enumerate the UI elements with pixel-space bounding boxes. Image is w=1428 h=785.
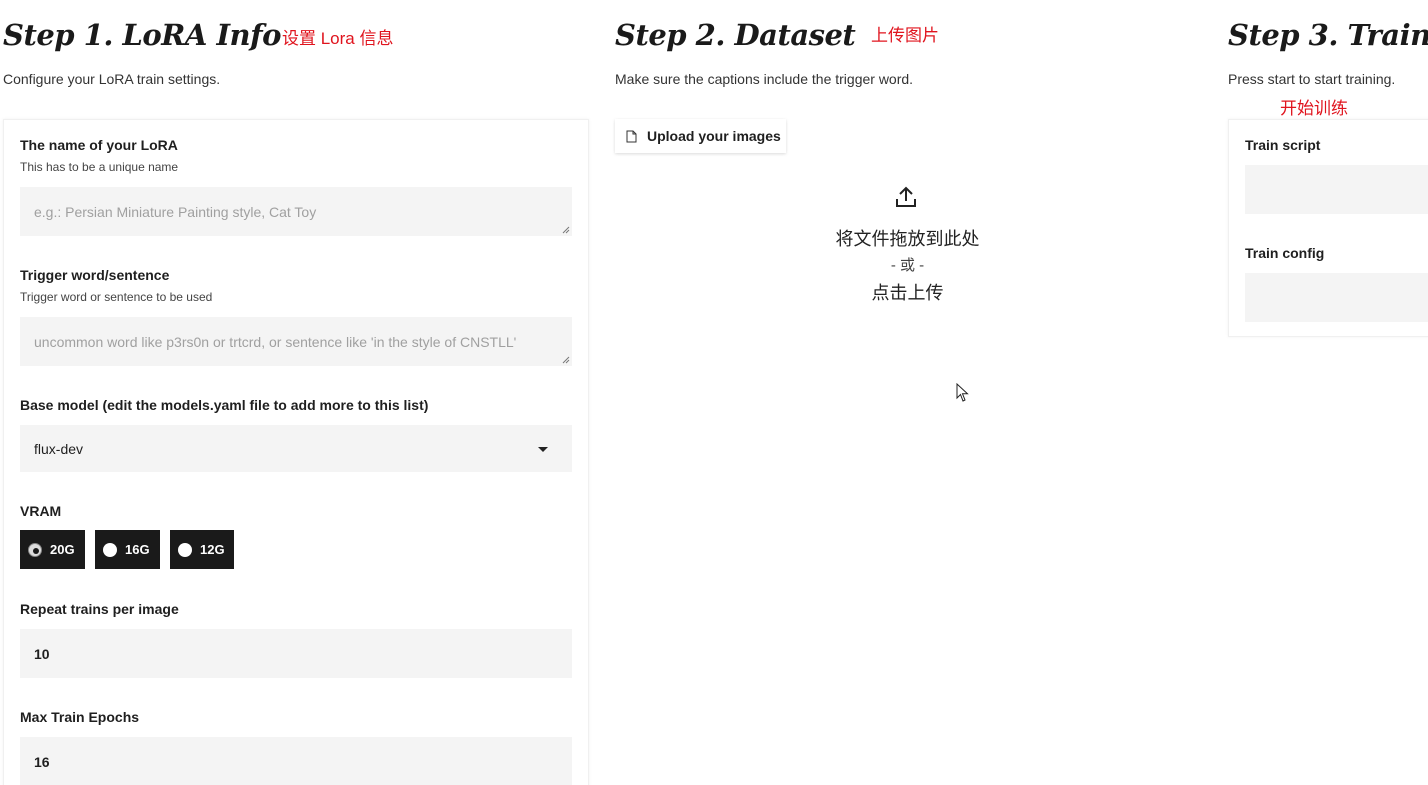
step2-annotation: 上传图片 [871,26,939,45]
file-dropzone[interactable]: 将文件拖放到此处 - 或 - 点击上传 [615,160,1200,360]
step2-description: Make sure the captions include the trigg… [615,71,914,87]
vram-option-label: 20G [50,542,75,557]
resize-grip-icon[interactable] [562,226,570,234]
trigger-label: Trigger word/sentence [20,267,170,283]
step3-title: Step 3. Train [1228,18,1428,52]
vram-label: VRAM [20,503,62,519]
train-script-box[interactable] [1245,165,1428,214]
upload-images-label: Upload your images [647,128,781,144]
epochs-value: 16 [34,753,50,770]
vram-option-16g[interactable]: 16G [95,530,160,569]
upload-icon [896,186,916,207]
step1-description: Configure your LoRA train settings. [3,71,221,87]
click-upload-text: 点击上传 [871,283,944,303]
file-icon [626,130,637,142]
step1-title: Step 1. LoRA Info [3,18,281,52]
radio-checked-icon [28,542,42,557]
base-model-select[interactable]: flux-dev [20,425,572,472]
lora-name-input[interactable]: e.g.: Persian Miniature Painting style, … [20,187,572,236]
radio-unchecked-icon [103,542,117,557]
base-model-value: flux-dev [34,440,84,457]
step2-title: Step 2. Dataset [615,18,856,52]
vram-option-12g[interactable]: 12G [170,530,234,569]
epochs-input[interactable]: 16 [20,737,572,785]
radio-unchecked-icon [178,542,192,557]
upload-images-button[interactable]: Upload your images [615,119,786,153]
trigger-placeholder: uncommon word like p3rs0n or trtcrd, or … [34,333,517,350]
step3-description: Press start to start training. [1228,71,1396,87]
trigger-input[interactable]: uncommon word like p3rs0n or trtcrd, or … [20,317,572,366]
train-script-label: Train script [1245,137,1321,153]
epochs-label: Max Train Epochs [20,709,140,725]
base-model-label: Base model (edit the models.yaml file to… [20,397,429,413]
step3-annotation: 开始训练 [1280,99,1348,118]
lora-name-placeholder: e.g.: Persian Miniature Painting style, … [34,203,317,220]
repeats-value: 10 [34,645,50,662]
resize-grip-icon[interactable] [562,356,570,364]
lora-name-help: This has to be a unique name [20,160,179,174]
train-config-label: Train config [1245,245,1325,261]
drop-text: 将文件拖放到此处 [835,229,980,249]
lora-trainer-page: Step 1. LoRA Info 设置 Lora 信息 Configure y… [0,0,1428,785]
train-config-box[interactable] [1245,273,1428,322]
repeats-input[interactable]: 10 [20,629,572,678]
vram-option-label: 16G [125,542,150,557]
or-text: - 或 - [890,257,925,274]
vram-option-label: 12G [200,542,225,557]
lora-name-label: The name of your LoRA [20,137,178,153]
train-panel: Train script Train config [1228,119,1428,337]
mouse-cursor-icon [956,383,969,402]
chevron-down-icon [538,446,548,452]
step1-annotation: 设置 Lora 信息 [282,29,394,48]
trigger-help: Trigger word or sentence to be used [20,290,213,304]
lora-info-panel: The name of your LoRA This has to be a u… [3,119,589,785]
vram-option-20g[interactable]: 20G [20,530,85,569]
repeats-label: Repeat trains per image [20,601,179,617]
